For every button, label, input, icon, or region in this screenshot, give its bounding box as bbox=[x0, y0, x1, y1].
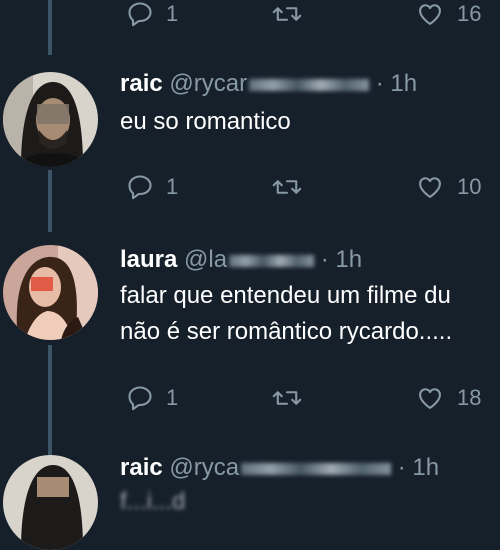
tweet-actions: 1 16 bbox=[0, 0, 500, 31]
heart-icon bbox=[415, 0, 445, 28]
tweet-text: eu so romantico bbox=[120, 104, 291, 140]
redacted-handle bbox=[249, 78, 370, 91]
reply-button[interactable]: 1 bbox=[126, 170, 178, 204]
reply-button[interactable]: 1 bbox=[126, 0, 178, 31]
avatar[interactable] bbox=[3, 72, 98, 167]
user-name[interactable]: laura bbox=[120, 246, 177, 273]
tweet-actions: 1 10 bbox=[0, 170, 500, 204]
tweet-text-line: eu so romantico bbox=[120, 108, 291, 135]
avatar[interactable] bbox=[3, 245, 98, 340]
reply-icon bbox=[126, 173, 154, 201]
tweet-header: raic @rycar · 1h bbox=[120, 70, 417, 98]
avatar[interactable] bbox=[3, 455, 98, 550]
like-count: 10 bbox=[457, 174, 482, 199]
reply-icon bbox=[126, 0, 154, 28]
like-button[interactable]: 10 bbox=[415, 170, 481, 204]
tweet-time[interactable]: · 1h bbox=[398, 454, 439, 481]
reply-button[interactable]: 1 bbox=[126, 381, 178, 415]
tweet-time[interactable]: · 1h bbox=[321, 246, 362, 273]
tweet-text-line: não é ser romântico rycardo..... bbox=[120, 318, 453, 345]
user-name[interactable]: raic bbox=[120, 70, 163, 97]
tweet-header: raic @ryca · 1h bbox=[120, 454, 439, 482]
retweet-button[interactable] bbox=[272, 170, 302, 204]
user-name[interactable]: raic bbox=[120, 454, 163, 481]
user-handle[interactable]: @la bbox=[184, 246, 315, 273]
user-handle[interactable]: @rycar bbox=[169, 70, 370, 97]
reply-count: 1 bbox=[166, 174, 179, 199]
retweet-icon bbox=[272, 0, 302, 28]
heart-icon bbox=[415, 173, 445, 201]
retweet-icon bbox=[272, 173, 302, 201]
like-button[interactable]: 16 bbox=[415, 0, 481, 31]
like-button[interactable]: 18 bbox=[415, 381, 481, 415]
tweet-text-partial: f...i...d bbox=[120, 488, 186, 515]
user-handle[interactable]: @ryca bbox=[169, 454, 392, 481]
tweet-time[interactable]: · 1h bbox=[376, 70, 417, 97]
redacted-handle bbox=[229, 254, 315, 267]
redacted-handle bbox=[241, 462, 392, 475]
heart-icon bbox=[415, 384, 445, 412]
reply-icon bbox=[126, 384, 154, 412]
tweet-text: falar que entendeu um filme du não é ser… bbox=[120, 278, 452, 350]
retweet-button[interactable] bbox=[272, 0, 302, 31]
tweet-actions: 1 18 bbox=[0, 381, 500, 415]
reply-count: 1 bbox=[166, 1, 179, 26]
retweet-button[interactable] bbox=[272, 381, 302, 415]
like-count: 18 bbox=[457, 385, 482, 410]
retweet-icon bbox=[272, 384, 302, 412]
tweet-text-line: falar que entendeu um filme du bbox=[120, 282, 451, 309]
tweet-header: laura @la · 1h bbox=[120, 246, 362, 274]
like-count: 16 bbox=[457, 1, 482, 26]
reply-count: 1 bbox=[166, 385, 179, 410]
